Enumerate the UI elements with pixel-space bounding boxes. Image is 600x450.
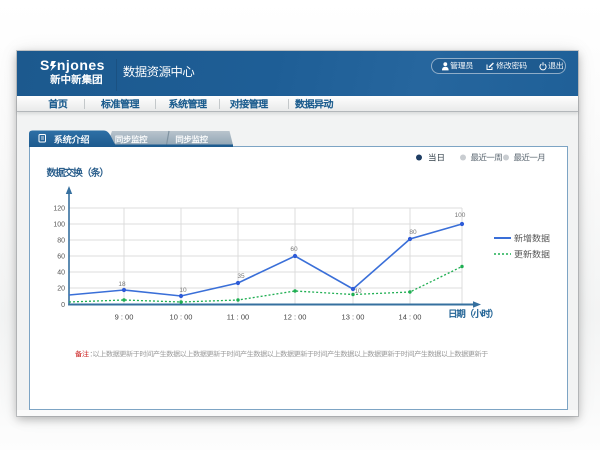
svg-text:0: 0 <box>61 302 65 309</box>
svg-text:10: 10 <box>179 287 187 294</box>
svg-text:20: 20 <box>57 286 65 293</box>
svg-text:60: 60 <box>290 246 298 253</box>
svg-text:9 : 00: 9 : 00 <box>115 313 134 322</box>
svg-text:35: 35 <box>237 273 245 280</box>
svg-text:10 : 00: 10 : 00 <box>170 313 193 322</box>
svg-text:60: 60 <box>57 254 65 261</box>
svg-text:100: 100 <box>53 222 65 229</box>
svg-text:12 : 00: 12 : 00 <box>284 313 307 322</box>
svg-text:13 : 00: 13 : 00 <box>342 313 365 322</box>
svg-text:11 : 00: 11 : 00 <box>227 313 249 322</box>
svg-text:80: 80 <box>409 229 417 236</box>
svg-text:40: 40 <box>57 270 65 277</box>
svg-text:80: 80 <box>57 238 65 245</box>
svg-text:14 : 00: 14 : 00 <box>399 313 422 322</box>
svg-text:10: 10 <box>354 288 362 295</box>
svg-text:100: 100 <box>455 212 466 219</box>
svg-text:18: 18 <box>118 281 126 288</box>
svg-text:120: 120 <box>53 206 65 213</box>
